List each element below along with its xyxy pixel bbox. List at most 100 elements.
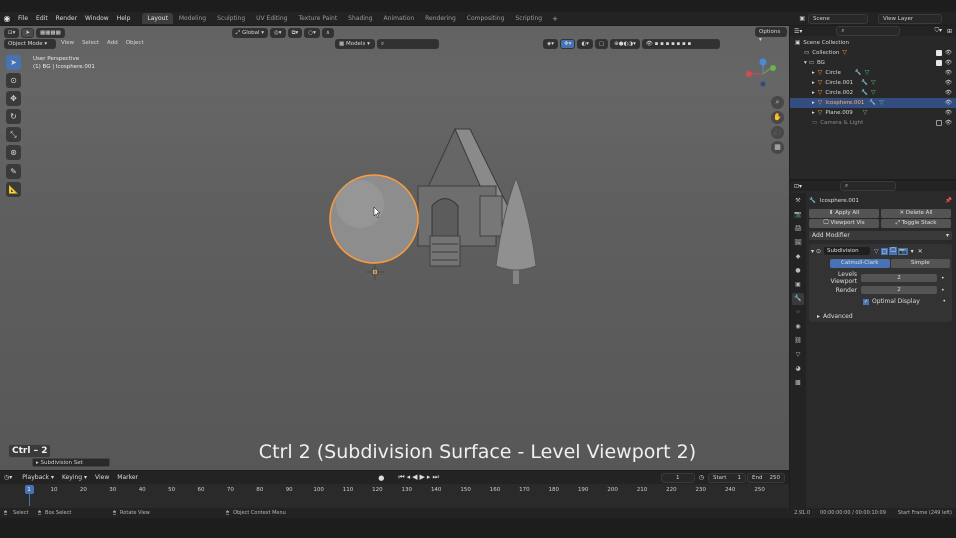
scene-tab-icon[interactable]: ◆: [792, 251, 804, 263]
cursor-tool-icon[interactable]: ⊙: [6, 73, 21, 88]
outliner-row-scene-collection[interactable]: ▣ Scene Collection: [790, 38, 956, 48]
3d-viewport[interactable]: ⊡▾ ➤ ▦▦▦▦ ⤢ Global ▾ ◎▾ ⧉▾ ○▾ ∧ Object M…: [0, 26, 789, 470]
collection-checkbox[interactable]: [936, 120, 942, 126]
tab-modeling[interactable]: Modeling: [174, 13, 211, 24]
menu-help[interactable]: Help: [113, 12, 135, 25]
physics-tab-icon[interactable]: ◉: [792, 321, 804, 333]
levels-viewport-field[interactable]: 2: [861, 274, 937, 282]
visibility-eye-icon[interactable]: 👁: [945, 68, 952, 78]
visibility-eye-icon[interactable]: 👁: [945, 58, 952, 68]
outliner-row-camera-light[interactable]: ▭ Camera & Light 👁: [790, 118, 956, 128]
view-object-types-icon[interactable]: ◈▾: [543, 39, 558, 49]
collection-search-input[interactable]: ⌕: [377, 39, 439, 49]
orientation-dropdown[interactable]: ⤢ Global ▾: [231, 28, 268, 38]
visibility-eye-icon[interactable]: 👁: [945, 108, 952, 118]
material-tab-icon[interactable]: ◕: [792, 363, 804, 375]
expand-arrow-icon[interactable]: ▸: [812, 68, 815, 78]
data-tab-icon[interactable]: ▽: [792, 349, 804, 361]
tab-animation[interactable]: Animation: [379, 13, 420, 24]
ortho-grid-icon[interactable]: ▦: [771, 141, 784, 154]
rotate-tool-icon[interactable]: ↻: [6, 109, 21, 124]
move-tool-icon[interactable]: ✥: [6, 91, 21, 106]
toggle-stack-button[interactable]: ⤢ Toggle Stack: [881, 219, 951, 228]
expand-arrow-icon[interactable]: ▸: [812, 78, 815, 88]
outliner-row-circle[interactable]: ▸ ▽ Circle 🔧 ▽ 👁: [790, 68, 956, 78]
menu-select[interactable]: Select: [79, 39, 102, 49]
xray-toggle-icon[interactable]: ▢: [594, 39, 609, 49]
outliner-editor-icon[interactable]: ☰▾: [794, 28, 802, 35]
world-tab-icon[interactable]: ●: [792, 265, 804, 277]
simple-button[interactable]: Simple: [890, 259, 950, 268]
add-modifier-dropdown[interactable]: Add Modifier ▾: [809, 231, 952, 240]
menu-render[interactable]: Render: [52, 12, 81, 25]
options-dropdown[interactable]: Options ▾: [755, 27, 787, 43]
falloff-icon[interactable]: ∧: [321, 28, 334, 38]
shading-modes-icon[interactable]: ⊕●◐◑▾: [610, 39, 640, 49]
outliner-row-collection[interactable]: ▭ Collection ▽ 👁: [790, 48, 956, 58]
dropdown-arrow-icon[interactable]: ▾: [911, 248, 914, 255]
menu-window[interactable]: Window: [81, 12, 113, 25]
optimal-display-checkbox[interactable]: ✓: [863, 298, 869, 305]
tab-layout[interactable]: Layout: [142, 13, 173, 24]
viewport-toggle-icon[interactable]: 🖵: [889, 247, 898, 255]
last-operator-panel[interactable]: ▸ Subdivision Set: [32, 458, 110, 467]
scale-tool-icon[interactable]: ⤡: [6, 127, 21, 142]
keyframe-dot-icon[interactable]: •: [941, 275, 945, 282]
select-tool-icon[interactable]: ➤: [21, 28, 34, 38]
render-levels-field[interactable]: 2: [861, 286, 937, 294]
models-dropdown[interactable]: ▦ Models ▾: [335, 39, 375, 49]
particles-tab-icon[interactable]: ⁘: [792, 307, 804, 319]
cage-toggle-icon[interactable]: ▢: [880, 247, 889, 255]
pin-icon[interactable]: 📌: [945, 198, 952, 204]
blender-logo-icon[interactable]: ◉: [0, 14, 14, 23]
output-tab-icon[interactable]: 🖨: [792, 223, 804, 235]
viewport-vis-button[interactable]: 🖵 Viewport Vis: [809, 219, 879, 228]
pan-hand-icon[interactable]: ✋: [771, 111, 784, 124]
snap-toggle[interactable]: ⧉▾: [287, 28, 303, 38]
delete-all-button[interactable]: ✕ Delete All: [881, 209, 951, 218]
apply-all-button[interactable]: ⬇ Apply All: [809, 209, 879, 218]
frame-ruler[interactable]: 1 10 20 30 40 50 60 70 80 90 100 110 120 130 140 150 160…: [0, 471, 789, 508]
select-mode-buttons[interactable]: ▦▦▦▦: [35, 28, 65, 38]
visibility-eye-icon[interactable]: 👁: [945, 78, 952, 88]
icosphere-selected[interactable]: [329, 174, 419, 280]
pivot-dropdown[interactable]: ◎▾: [270, 28, 286, 38]
menu-add[interactable]: Add: [104, 39, 121, 49]
render-tab-icon[interactable]: 📷: [792, 209, 804, 221]
object-mode-dropdown[interactable]: Object Mode ▾: [4, 39, 56, 49]
constraints-tab-icon[interactable]: ⛓: [792, 335, 804, 347]
tab-rendering[interactable]: Rendering: [420, 13, 461, 24]
modifier-name-input[interactable]: Subdivision: [824, 247, 871, 255]
edit-mode-toggle-icon[interactable]: ▽: [874, 248, 879, 255]
visibility-toggles-icon[interactable]: 👁 ▪ ▪ ▪ ▪ ▪ ▪ ▪: [641, 39, 720, 49]
outliner-row-icosphere-001[interactable]: ▸ ▽ Icosphere.001 🔧 ▽ 👁: [790, 98, 956, 108]
overlay-toggle-icon[interactable]: ◐▾: [577, 39, 593, 49]
outliner-row-circle-001[interactable]: ▸ ▽ Circle.001 🔧 ▽ 👁: [790, 78, 956, 88]
visibility-eye-icon[interactable]: 👁: [945, 98, 952, 108]
new-collection-icon[interactable]: ⊞: [947, 28, 952, 35]
scene-selector[interactable]: Scene: [808, 13, 868, 24]
tab-texture-paint[interactable]: Texture Paint: [293, 13, 342, 24]
zoom-icon[interactable]: ⌕: [771, 96, 784, 109]
tab-uv-editing[interactable]: UV Editing: [251, 13, 292, 24]
collection-checkbox[interactable]: [936, 50, 942, 56]
menu-object[interactable]: Object: [123, 39, 147, 49]
advanced-subpanel[interactable]: ▸ Advanced: [811, 313, 950, 320]
properties-search-input[interactable]: ⌕: [840, 181, 897, 191]
object-tab-icon[interactable]: ▣: [792, 279, 804, 291]
collection-checkbox[interactable]: [936, 60, 942, 66]
annotate-tool-icon[interactable]: ✎: [6, 164, 21, 179]
view-layer-selector[interactable]: View Layer: [878, 13, 942, 24]
visibility-eye-icon[interactable]: 👁: [945, 88, 952, 98]
tab-shading[interactable]: Shading: [343, 13, 377, 24]
expand-arrow-icon[interactable]: ▸: [812, 88, 815, 98]
modifier-tab-icon[interactable]: 🔧: [792, 293, 804, 305]
outliner-row-circle-002[interactable]: ▸ ▽ Circle.002 🔧 ▽ 👁: [790, 88, 956, 98]
visibility-eye-icon[interactable]: 👁: [945, 118, 952, 128]
gizmo-toggle-icon[interactable]: ✥▾: [560, 39, 576, 49]
tab-scripting[interactable]: Scripting: [510, 13, 547, 24]
transform-tool-icon[interactable]: ⊛: [6, 145, 21, 160]
visibility-eye-icon[interactable]: 👁: [945, 48, 952, 58]
outliner-row-bg[interactable]: ▾ ▭ BG 👁: [790, 58, 956, 68]
keyframe-dot-icon[interactable]: •: [942, 298, 946, 305]
